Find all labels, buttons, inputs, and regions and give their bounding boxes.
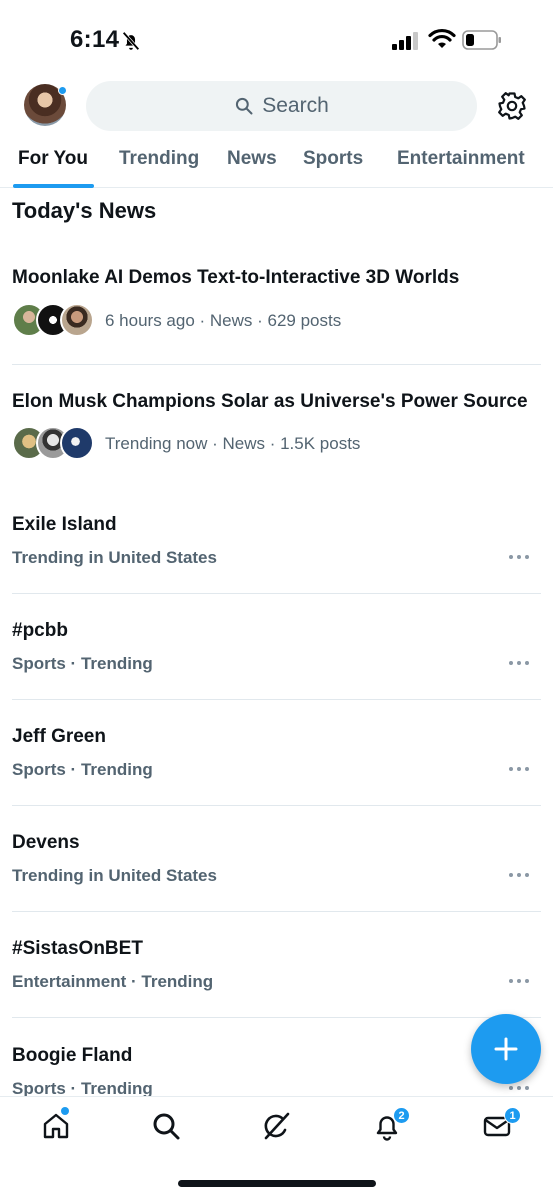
explore-tabs: For You Trending News Sports Entertainme… <box>0 140 553 188</box>
nav-grok[interactable] <box>261 1111 291 1141</box>
trend-title: Devens <box>12 832 80 853</box>
news-title: Moonlake AI Demos Text-to-Interactive 3D… <box>12 267 460 288</box>
more-options-icon[interactable] <box>509 1084 533 1092</box>
news-source-avatars <box>12 303 96 339</box>
tab-for-you[interactable]: For You <box>18 148 88 170</box>
trend-subtitle: Trending in United States <box>12 548 217 567</box>
active-tab-indicator <box>13 184 94 188</box>
nav-home[interactable] <box>41 1111 71 1141</box>
more-options-icon[interactable] <box>509 871 533 879</box>
more-options-icon[interactable] <box>509 977 533 985</box>
grok-icon <box>264 1112 290 1140</box>
divider <box>12 364 541 365</box>
trend-title: Jeff Green <box>12 726 106 747</box>
more-options-icon[interactable] <box>509 659 533 667</box>
divider <box>12 805 541 806</box>
news-source-avatars <box>12 426 96 462</box>
search-placeholder: Search <box>262 94 329 117</box>
battery-icon <box>462 30 501 50</box>
plus-icon <box>494 1037 518 1061</box>
divider <box>12 911 541 912</box>
wifi-icon <box>428 28 456 48</box>
trend-title: Exile Island <box>12 514 117 535</box>
messages-badge: 1 <box>504 1107 521 1124</box>
news-meta: Trending now · News · 1.5K posts <box>105 434 361 453</box>
trend-subtitle: Sports · Trending <box>12 760 153 779</box>
home-indicator <box>178 1180 376 1187</box>
search-icon <box>153 1113 180 1140</box>
tab-entertainment[interactable]: Entertainment <box>397 148 525 170</box>
news-title: Elon Musk Champions Solar as Universe's … <box>12 391 528 412</box>
more-options-icon[interactable] <box>509 553 533 561</box>
search-bar[interactable]: Search <box>86 81 477 131</box>
source-avatar <box>60 303 94 337</box>
avatar-notification-dot <box>58 86 67 95</box>
tab-trending[interactable]: Trending <box>119 148 199 170</box>
trend-title: #pcbb <box>12 620 68 641</box>
notifications-badge: 2 <box>393 1107 410 1124</box>
news-meta: 6 hours ago · News · 629 posts <box>105 311 342 330</box>
source-avatar <box>60 426 94 460</box>
more-options-icon[interactable] <box>509 765 533 773</box>
trend-subtitle: Sports · Trending <box>12 654 153 673</box>
divider <box>12 593 541 594</box>
status-bar: 6:14 <box>0 0 553 78</box>
trend-subtitle: Trending in United States <box>12 866 217 885</box>
section-title: Today's News <box>12 198 157 223</box>
trend-subtitle: Entertainment · Trending <box>12 972 214 991</box>
trend-title: #SistasOnBET <box>12 938 143 959</box>
home-icon <box>43 1113 69 1139</box>
compose-button[interactable] <box>471 1014 541 1084</box>
tab-news[interactable]: News <box>227 148 277 170</box>
divider <box>12 699 541 700</box>
tab-sports[interactable]: Sports <box>303 148 363 170</box>
settings-gear-icon[interactable] <box>497 91 527 121</box>
bell-off-icon <box>122 31 140 51</box>
search-icon <box>236 97 253 115</box>
divider <box>12 1017 541 1018</box>
nav-explore[interactable] <box>151 1111 181 1141</box>
home-new-dot <box>61 1107 69 1115</box>
cellular-signal-icon <box>392 32 418 50</box>
status-time: 6:14 <box>70 26 120 53</box>
trend-title: Boogie Fland <box>12 1045 133 1066</box>
